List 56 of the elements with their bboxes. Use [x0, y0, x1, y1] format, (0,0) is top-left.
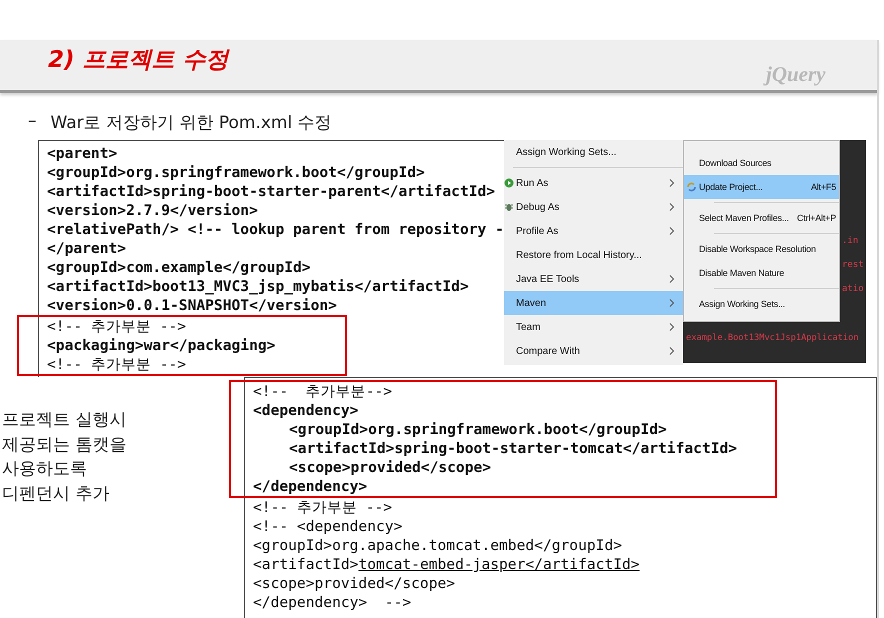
slide-title: 2) 프로젝트 수정: [48, 46, 229, 75]
refresh-icon: [686, 181, 697, 193]
code-line: <groupId>org.springframework.boot</groupId>: [47, 163, 425, 182]
code-line: <artifactId>tomcat-embed-jasper</artifactId>: [253, 555, 640, 574]
chevron-right-icon: [669, 275, 675, 283]
code-line: <artifactId>spring-boot-starter-parent</artifactId>: [47, 182, 496, 201]
menu-item[interactable]: Assign Working Sets...: [684, 292, 839, 316]
chevron-right-icon: [669, 203, 675, 211]
code-line: <scope>provided</scope>: [289, 458, 492, 477]
code-line: <!-- 추가부분 -->: [47, 355, 186, 374]
code-line: <version>0.0.1-SNAPSHOT</version>: [47, 296, 337, 315]
code-line: <groupId>org.apache.tomcat.embed</groupId>: [253, 536, 622, 555]
menu-item[interactable]: Maven: [504, 291, 683, 315]
chevron-right-icon: [669, 299, 675, 307]
menu-item[interactable]: Disable Maven Nature: [684, 261, 839, 285]
code-line: <artifactId>spring-boot-starter-tomcat</artifactId>: [289, 439, 738, 458]
menu-item[interactable]: Restore from Local History...: [504, 243, 683, 267]
code-line: </dependency> -->: [253, 593, 412, 612]
menu-item[interactable]: Team: [504, 315, 683, 339]
subtitle: War로 저장하기 위한 Pom.xml 수정: [50, 112, 332, 134]
code-line: <groupId>com.example</groupId>: [47, 258, 311, 277]
code-line: <!-- 추가부분-->: [253, 382, 392, 401]
menu-item[interactable]: Java EE Tools: [504, 267, 683, 291]
menu-item[interactable]: Download Sources: [684, 151, 839, 175]
menu-item[interactable]: Compare With: [504, 339, 683, 363]
code-line: <packaging>war</packaging>: [47, 336, 276, 355]
note-text: 프로젝트 실행시 제공되는 톰캣을 사용하도록 디펜던시 추가: [2, 409, 126, 506]
code-line: <!-- 추가부분 -->: [47, 317, 186, 336]
bug-icon: [504, 202, 514, 212]
code-line: <!-- 추가부분 -->: [253, 498, 392, 517]
menu-item[interactable]: Debug As: [504, 195, 683, 219]
menu-item[interactable]: Select Maven Profiles... Ctrl+Alt+P: [684, 206, 839, 230]
menu-item[interactable]: Disable Workspace Resolution: [684, 237, 839, 261]
chevron-right-icon: [669, 347, 675, 355]
console-text: .in: [842, 236, 858, 246]
code-line: <artifactId>boot13_MVC3_jsp_mybatis</artifactId>: [47, 277, 469, 296]
code-line: <parent>: [47, 144, 118, 163]
code-line: <groupId>org.springframework.boot</groupId>: [289, 420, 667, 439]
menu-item[interactable]: Profile As: [504, 219, 683, 243]
chevron-right-icon: [669, 323, 675, 331]
menu-item[interactable]: Run As: [504, 171, 683, 195]
console-text: atio: [842, 284, 864, 294]
chevron-right-icon: [669, 227, 675, 235]
console-text: example.Boot13Mvc1Jsp1Application: [686, 333, 859, 343]
code-line: <scope>provided</scope>: [253, 574, 456, 593]
code-line: <version>2.7.9</version>: [47, 201, 258, 220]
code-line: </dependency>: [253, 477, 368, 496]
code-line: <!-- <dependency>: [253, 517, 402, 536]
console-text: rest: [842, 260, 864, 270]
bullet: –: [28, 111, 36, 133]
code-line: </parent>: [47, 239, 126, 258]
code-line: <relativePath/> <!-- lookup parent from repository -: [47, 220, 504, 239]
code-line: <dependency>: [253, 401, 358, 420]
menu-item[interactable]: Assign Working Sets...: [504, 140, 683, 164]
menu-item[interactable]: Update Project... Alt+F5: [684, 175, 839, 199]
chevron-right-icon: [669, 179, 675, 187]
